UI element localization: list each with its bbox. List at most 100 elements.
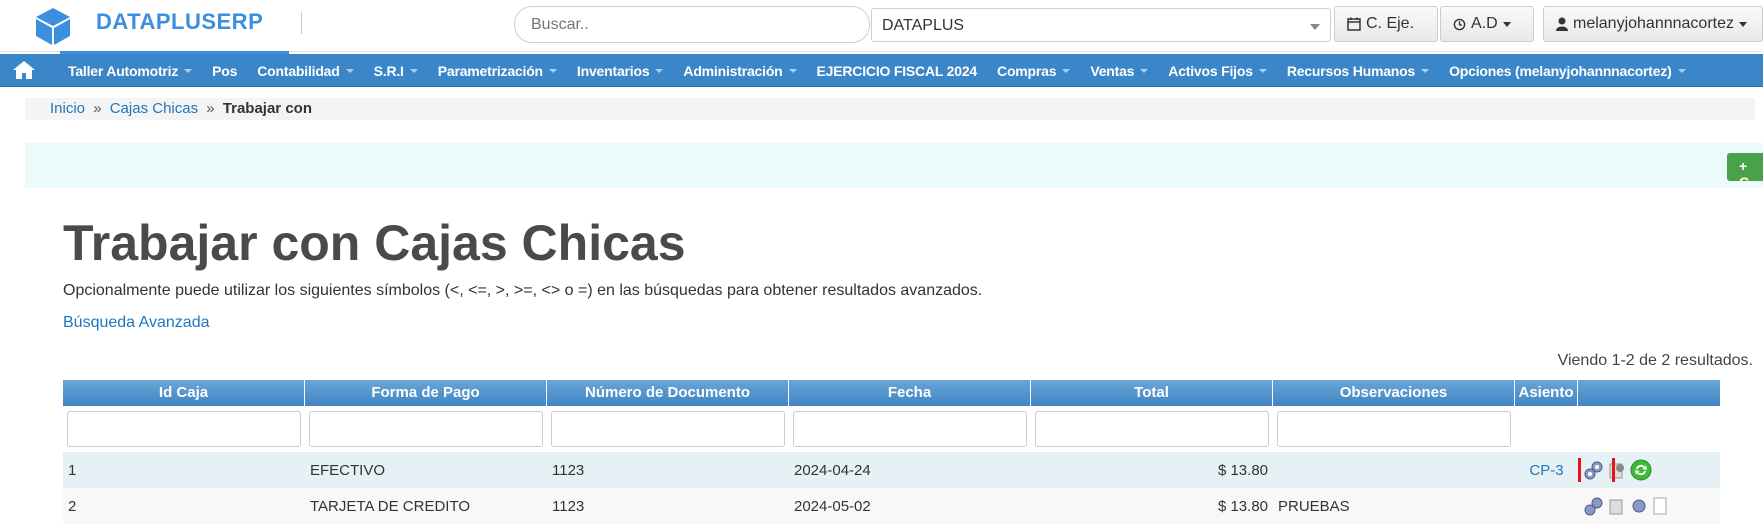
gear-icon[interactable] (1629, 495, 1649, 517)
column-header-id-caja[interactable]: Id Caja (63, 380, 305, 406)
highlight-box (1578, 458, 1615, 482)
breadcrumb-separator: » (206, 100, 215, 117)
table-row: 2 TARJETA DE CREDITO 1123 2024-05-02 $ 1… (63, 488, 1720, 524)
nav-label: EJERCICIO FISCAL 2024 (816, 62, 978, 79)
chevron-down-icon (1062, 68, 1071, 73)
breadcrumb-current: Trabajar con (222, 100, 312, 117)
cell-total: $ 13.80 (1217, 497, 1268, 515)
row-actions (1578, 495, 1720, 517)
nav-item-contabilidad[interactable]: Contabilidad (247, 63, 363, 79)
nav-item-recursos-humanos[interactable]: Recursos Humanos (1277, 63, 1439, 79)
nav-item-taller-automotriz[interactable]: Taller Automotriz (58, 63, 202, 79)
search-hint: Opcionalmente puede utilizar los siguien… (63, 282, 983, 299)
nav-item-parametrizacion[interactable]: Parametrización (428, 63, 567, 79)
nav-item-compras[interactable]: Compras (987, 63, 1080, 79)
nav-label: Contabilidad (257, 62, 340, 79)
home-icon[interactable] (12, 58, 36, 82)
grid-header: Id Caja Forma de Pago Número de Document… (63, 380, 1720, 406)
column-header-asiento: Asiento (1515, 380, 1578, 406)
cell-id-caja: 2 (68, 497, 77, 515)
chevron-down-icon (1502, 21, 1511, 27)
table-row: 1 EFECTIVO 1123 2024-04-24 $ 13.80 CP-3 (63, 452, 1720, 488)
nav-label: Compras (997, 62, 1057, 79)
nav-item-opciones[interactable]: Opciones (melanyjohannnacortez) (1439, 63, 1696, 79)
ad-button[interactable]: A.D (1440, 6, 1534, 42)
cell-numero-documento: 1123 (552, 497, 585, 515)
logo[interactable] (33, 6, 73, 46)
nav-label: Parametrización (437, 62, 543, 79)
page-title: Trabajar con Cajas Chicas (63, 215, 686, 271)
user-menu-button[interactable]: melanyjohannnacortez (1543, 6, 1763, 42)
cell-id-caja: 1 (68, 461, 77, 479)
cell-forma-pago: TARJETA DE CREDITO (310, 497, 471, 515)
cell-observaciones: PRUEBAS (1278, 497, 1350, 515)
calendar-icon (1347, 17, 1361, 31)
user-icon (1556, 17, 1568, 31)
asiento-link[interactable]: CP-3 (1515, 462, 1578, 479)
nav-item-activos-fijos[interactable]: Activos Fijos (1158, 63, 1277, 79)
nav-label: Ventas (1090, 62, 1135, 79)
clock-icon (1453, 18, 1466, 30)
cajas-chicas-grid: Id Caja Forma de Pago Número de Document… (63, 380, 1720, 524)
brand-name[interactable]: DATAPLUSERP (96, 9, 263, 35)
column-header-total[interactable]: Total (1031, 380, 1273, 406)
filter-numero-documento[interactable] (551, 411, 785, 447)
nav-label: Opciones (melanyjohannnacortez) (1449, 62, 1672, 79)
chevron-down-icon (788, 68, 797, 73)
column-header-observaciones[interactable]: Observaciones (1273, 380, 1515, 406)
cell-forma-pago: EFECTIVO (310, 461, 386, 479)
chevron-down-icon (409, 68, 418, 73)
chevron-down-icon (1140, 68, 1149, 73)
company-select-value: DATAPLUS (882, 17, 965, 34)
cell-total: $ 13.80 (1217, 461, 1268, 479)
column-header-forma-pago[interactable]: Forma de Pago (305, 380, 547, 406)
create-button[interactable]: + C (1727, 153, 1763, 181)
nav-item-inventarios[interactable]: Inventarios (567, 63, 674, 79)
nav-label: Inventarios (576, 62, 650, 79)
fiscal-year-button[interactable]: C. Eje. (1334, 6, 1438, 42)
chevron-down-icon (1310, 24, 1320, 30)
cell-numero-documento: 1123 (552, 461, 585, 479)
breadcrumb-separator: » (93, 100, 102, 117)
breadcrumb-section[interactable]: Cajas Chicas (110, 100, 198, 117)
refresh-icon[interactable] (1629, 458, 1653, 482)
cell-fecha: 2024-04-24 (794, 461, 871, 479)
nav-item-administracion[interactable]: Administración (673, 63, 806, 79)
row-actions (1578, 458, 1720, 482)
search-input[interactable] (514, 6, 870, 43)
filter-forma-pago[interactable] (309, 411, 543, 447)
chevron-down-icon (1739, 21, 1747, 27)
column-header-fecha[interactable]: Fecha (789, 380, 1031, 406)
nav-label: Pos (212, 62, 238, 79)
filter-total[interactable] (1035, 411, 1269, 447)
chevron-down-icon (184, 68, 193, 73)
ad-label: A.D (1471, 15, 1498, 32)
filter-id-caja[interactable] (67, 411, 301, 447)
nav-menu: Taller Automotriz Pos Contabilidad S.R.I… (58, 54, 1696, 87)
nav-label: Administración (683, 62, 783, 79)
breadcrumb: Inicio » Cajas Chicas » Trabajar con (25, 98, 1755, 120)
nav-label: Recursos Humanos (1286, 62, 1416, 79)
column-header-actions (1578, 380, 1720, 406)
filter-fecha[interactable] (793, 411, 1027, 447)
nav-item-sri[interactable]: S.R.I (364, 63, 428, 79)
document-icon[interactable] (1651, 495, 1669, 517)
tools-icon[interactable] (1607, 495, 1627, 517)
company-select[interactable]: DATAPLUS (871, 8, 1331, 42)
header-divider (301, 12, 302, 34)
cube-logo-icon (36, 8, 70, 45)
breadcrumb-home[interactable]: Inicio (50, 100, 85, 117)
filter-observaciones[interactable] (1277, 411, 1511, 447)
nav-item-ejercicio-fiscal[interactable]: EJERCICIO FISCAL 2024 (807, 63, 988, 79)
chevron-down-icon (345, 68, 354, 73)
advanced-search-link[interactable]: Búsqueda Avanzada (63, 314, 210, 332)
nav-item-ventas[interactable]: Ventas (1080, 63, 1158, 79)
column-header-numero-documento[interactable]: Número de Documento (547, 380, 789, 406)
chevron-down-icon (1258, 68, 1267, 73)
nav-label: Activos Fijos (1168, 62, 1253, 79)
user-name: melanyjohannnacortez (1573, 15, 1734, 32)
filter-row (63, 406, 1720, 452)
fiscal-year-label: C. Eje. (1366, 15, 1415, 32)
gears-icon[interactable] (1583, 495, 1605, 517)
nav-item-pos[interactable]: Pos (202, 63, 247, 79)
